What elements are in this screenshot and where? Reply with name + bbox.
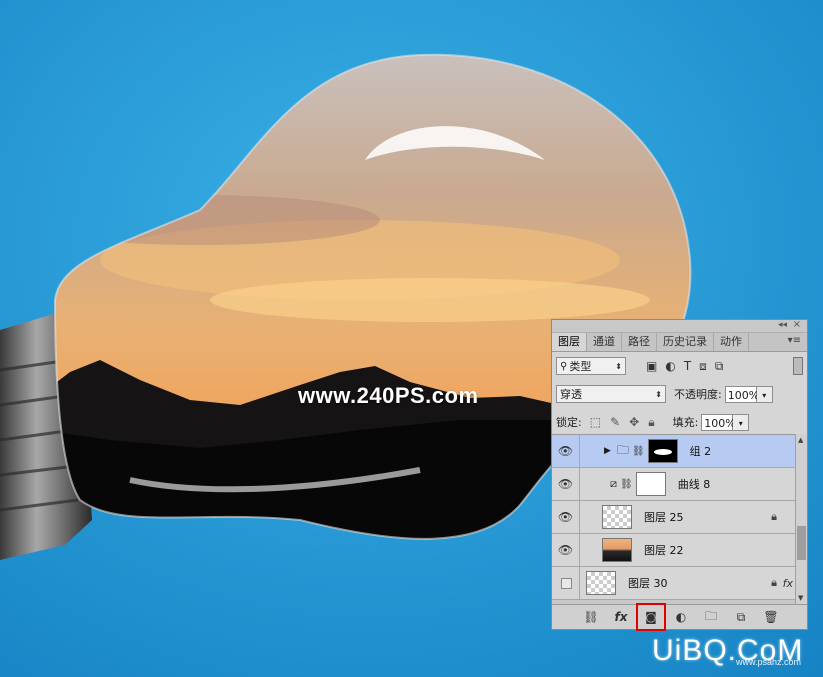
fill-input[interactable]: 100%	[701, 413, 736, 431]
folder-icon[interactable]: 🗀︎	[703, 607, 719, 628]
tab-actions[interactable]: 动作	[714, 333, 749, 351]
layers-list: 👁︎ ▶ 🗀︎ ⛓︎ 组 2 👁︎ ⧄ ⛓︎ 曲线 8 👁︎ 图层 25 🔒︎ …	[552, 434, 795, 605]
visibility-toggle[interactable]	[552, 567, 580, 599]
lock-icon: 🔒︎	[771, 576, 777, 589]
lock-transparent-icon[interactable]: ⬚	[590, 415, 601, 430]
type-filter-icon[interactable]: T	[684, 359, 691, 374]
chain-icon[interactable]: ⛓︎	[620, 479, 633, 490]
lock-row: 锁定: ⬚ ✎ ✥ 🔒︎ 填充: 100% ▾	[552, 408, 807, 436]
filter-row: ⚲ 类型 ⬍ ▣ ◐ T ⧈ ⧉	[552, 352, 807, 380]
pixel-filter-icon[interactable]: ▣	[646, 359, 657, 374]
lock-icon: 🔒︎	[771, 510, 777, 523]
layer-name[interactable]: 图层 30	[628, 575, 668, 591]
panel-menu-icon[interactable]: ▾≡	[788, 335, 801, 346]
filter-toggle[interactable]	[793, 357, 803, 375]
mask-icon[interactable]: ◙	[636, 603, 666, 631]
expand-arrow-icon[interactable]: ▶	[604, 446, 611, 456]
eye-icon[interactable]: 👁︎	[552, 468, 580, 500]
search-icon: ⚲	[560, 360, 568, 372]
shape-filter-icon[interactable]: ⧈	[699, 359, 707, 374]
eye-icon[interactable]: 👁︎	[552, 501, 580, 533]
layer-row-layer-22[interactable]: 👁︎ 图层 22	[552, 534, 795, 567]
layer-name[interactable]: 图层 22	[644, 542, 684, 558]
layer-row-group-2[interactable]: 👁︎ ▶ 🗀︎ ⛓︎ 组 2	[552, 435, 795, 468]
chain-icon[interactable]: ⛓︎	[632, 446, 645, 457]
layer-thumbnail[interactable]	[602, 505, 632, 529]
tab-layers[interactable]: 图层	[552, 333, 587, 351]
layer-name[interactable]: 图层 25	[644, 509, 684, 525]
layers-panel: ◂◂ × 图层 通道 路径 历史记录 动作 ▾≡ ⚲ 类型 ⬍ ▣ ◐ T ⧈ …	[551, 319, 808, 631]
fill-label: 填充:	[672, 416, 699, 429]
layer-thumbnail[interactable]	[586, 571, 616, 595]
layer-name[interactable]: 组 2	[690, 443, 712, 459]
lock-label: 锁定:	[556, 416, 582, 429]
panel-titlebar[interactable]: ◂◂ ×	[552, 319, 807, 333]
layers-scrollbar[interactable]: ▲ ▼	[795, 434, 807, 604]
layer-mask-thumbnail[interactable]	[635, 472, 666, 496]
logo-subtext: www.psahz.com	[736, 657, 802, 667]
adjustment-filter-icon[interactable]: ◐	[665, 359, 675, 374]
site-watermark: www.240PS.com	[298, 383, 479, 408]
scroll-thumb[interactable]	[797, 526, 806, 560]
lock-move-icon[interactable]: ✥	[629, 415, 639, 430]
fx-icon[interactable]: fx	[613, 610, 629, 624]
filter-icons: ▣ ◐ T ⧈ ⧉	[646, 359, 723, 374]
lock-all-icon[interactable]: 🔒︎	[648, 415, 654, 430]
layer-mask-thumbnail[interactable]	[647, 439, 678, 463]
layers-bottom-bar: ⛓︎ fx ◙ ◐ 🗀︎ ⧉ 🗑︎	[552, 603, 807, 631]
panel-tabs: 图层 通道 路径 历史记录 动作 ▾≡	[552, 333, 807, 352]
blend-mode-select[interactable]: 穿透 ⬍	[556, 385, 666, 403]
layer-row-layer-25[interactable]: 👁︎ 图层 25 🔒︎	[552, 501, 795, 534]
adjustment-icon[interactable]: ◐	[673, 610, 689, 624]
tab-paths[interactable]: 路径	[622, 333, 657, 351]
collapse-icon[interactable]: ◂◂	[778, 320, 787, 330]
lock-icons: ⬚ ✎ ✥ 🔒︎	[590, 415, 655, 430]
eye-icon[interactable]: 👁︎	[552, 534, 580, 566]
scroll-down-icon[interactable]: ▼	[798, 594, 803, 602]
filter-type-select[interactable]: ⚲ 类型 ⬍	[556, 357, 626, 375]
smart-object-filter-icon[interactable]: ⧉	[715, 359, 724, 374]
folder-icon: 🗀︎	[616, 442, 629, 457]
layer-row-layer-30[interactable]: 图层 30 🔒︎ fx	[552, 567, 795, 600]
tab-channels[interactable]: 通道	[587, 333, 622, 351]
layer-name[interactable]: 曲线 8	[678, 476, 711, 492]
scroll-up-icon[interactable]: ▲	[798, 436, 803, 444]
fx-badge[interactable]: fx	[783, 577, 793, 590]
curves-adjustment-icon: ⧄	[610, 477, 617, 490]
blend-row: 穿透 ⬍ 不透明度: 100% ▾	[552, 380, 807, 408]
filter-type-label: 类型	[569, 360, 592, 373]
close-icon[interactable]: ×	[793, 319, 801, 330]
tab-history[interactable]: 历史记录	[657, 333, 714, 351]
chevron-updown-icon: ⬍	[615, 361, 622, 371]
smart-object-thumbnail[interactable]	[602, 538, 632, 562]
layer-row-curves-8[interactable]: 👁︎ ⧄ ⛓︎ 曲线 8	[552, 468, 795, 501]
opacity-dropdown-icon[interactable]: ▾	[756, 385, 773, 403]
blend-mode-value: 穿透	[560, 388, 582, 401]
new-layer-icon[interactable]: ⧉	[733, 610, 749, 625]
trash-icon[interactable]: 🗑︎	[763, 610, 779, 624]
eye-icon[interactable]: 👁︎	[552, 435, 580, 467]
opacity-label: 不透明度:	[674, 388, 722, 401]
opacity-input[interactable]: 100%	[724, 385, 759, 403]
fill-dropdown-icon[interactable]: ▾	[733, 413, 750, 431]
chevron-updown-icon: ⬍	[655, 389, 662, 399]
lock-brush-icon[interactable]: ✎	[610, 415, 620, 430]
link-icon[interactable]: ⛓︎	[583, 610, 599, 624]
